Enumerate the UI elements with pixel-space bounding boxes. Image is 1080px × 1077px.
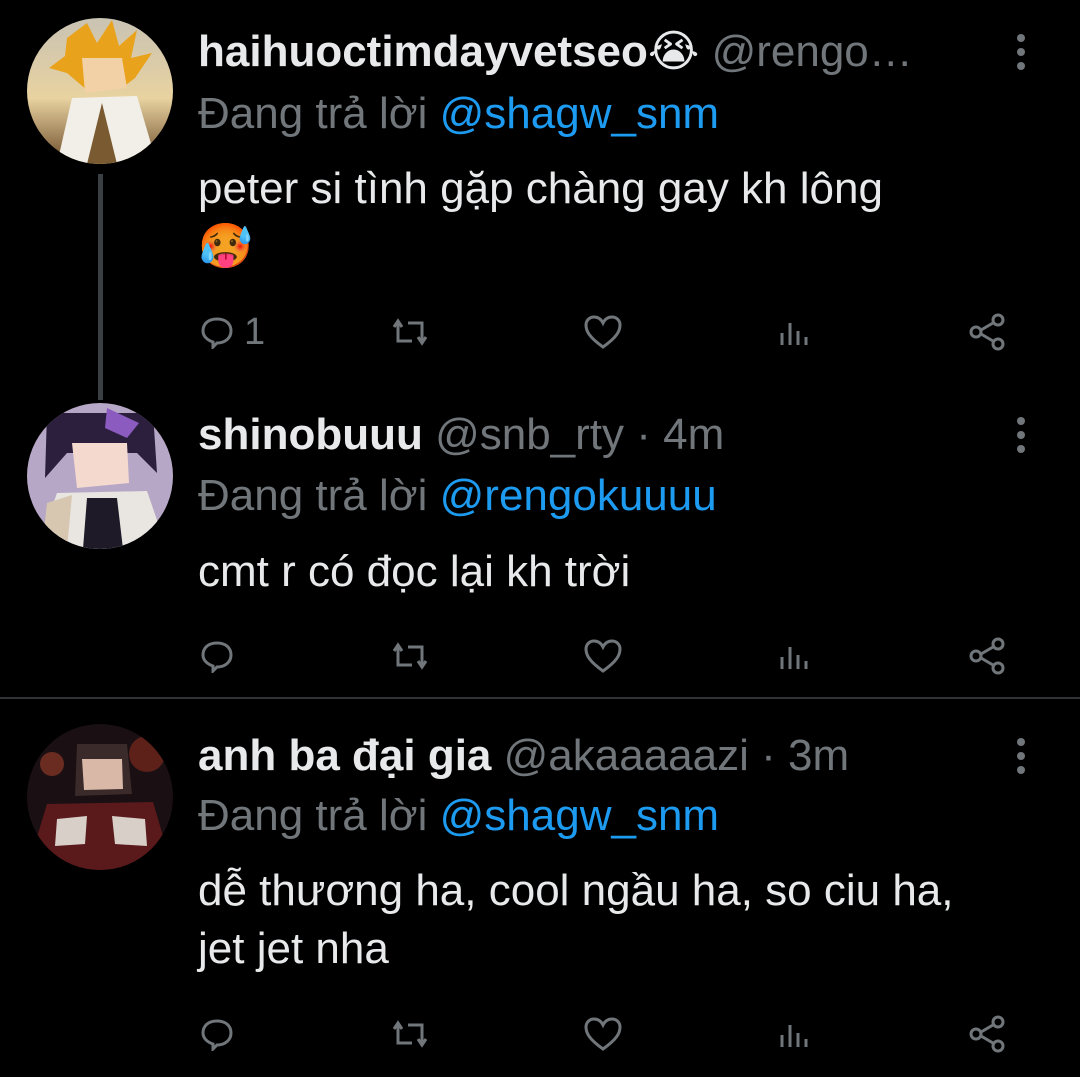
tweet-text: peter si tình gặp chàng gay kh lông 🥵 bbox=[198, 160, 1028, 276]
replying-to: Đang trả lời @rengokuuuu bbox=[198, 470, 717, 522]
retweet-icon bbox=[392, 642, 428, 670]
reply-button[interactable] bbox=[200, 1010, 244, 1058]
tweet-text-content: peter si tình gặp chàng gay kh lông bbox=[198, 164, 883, 213]
tweet-header: anh ba đại gia @akaaaaazi · 3m bbox=[198, 730, 849, 782]
avatar-image bbox=[27, 724, 173, 870]
views-icon bbox=[780, 647, 808, 669]
tweet-divider bbox=[0, 697, 1080, 699]
retweet-button[interactable] bbox=[388, 632, 432, 680]
share-icon bbox=[969, 1015, 1005, 1053]
more-options-icon[interactable] bbox=[1003, 26, 1039, 78]
emoji: 😭 bbox=[647, 27, 700, 76]
reply-to-mention[interactable]: @rengokuuuu bbox=[440, 471, 717, 520]
handle[interactable]: @akaaaaazi bbox=[504, 731, 749, 780]
replying-label: Đang trả lời bbox=[198, 471, 428, 520]
reply-button[interactable]: 1 bbox=[200, 308, 265, 356]
tweet-header: haihuoctimdayvetseo😭 @rengo… bbox=[198, 26, 913, 78]
tweet-text-content: dễ thương ha, cool ngầu ha, so ciu ha, j… bbox=[198, 866, 954, 973]
retweet-icon bbox=[392, 318, 428, 346]
tweet-text: cmt r có đọc lại kh trời bbox=[198, 543, 1028, 601]
like-button[interactable] bbox=[583, 308, 623, 356]
retweet-button[interactable] bbox=[388, 308, 432, 356]
like-icon bbox=[584, 1017, 622, 1051]
like-button[interactable] bbox=[583, 1010, 623, 1058]
display-name[interactable]: shinobuuu bbox=[198, 410, 423, 459]
tweet-actions: 1 bbox=[198, 308, 1028, 356]
reply-to-mention[interactable]: @shagw_snm bbox=[440, 791, 719, 840]
replying-label: Đang trả lời bbox=[198, 791, 428, 840]
tweet-header: shinobuuu @snb_rty · 4m bbox=[198, 409, 724, 461]
like-button[interactable] bbox=[583, 632, 623, 680]
views-icon bbox=[780, 1025, 808, 1047]
views-button[interactable] bbox=[778, 1010, 814, 1058]
tweet-3[interactable]: anh ba đại gia @akaaaaazi · 3m Đang trả … bbox=[0, 700, 1080, 1077]
avatar[interactable] bbox=[27, 403, 173, 549]
share-icon bbox=[969, 313, 1005, 351]
reply-icon bbox=[201, 641, 233, 673]
avatar-image bbox=[27, 403, 173, 549]
more-options-icon[interactable] bbox=[1003, 409, 1039, 461]
display-name[interactable]: anh ba đại gia bbox=[198, 731, 491, 780]
reply-button[interactable] bbox=[200, 632, 244, 680]
tweet-text: dễ thương ha, cool ngầu ha, so ciu ha, j… bbox=[198, 862, 998, 978]
tweet-actions bbox=[198, 1010, 1028, 1058]
avatar[interactable] bbox=[27, 18, 173, 164]
avatar[interactable] bbox=[27, 724, 173, 870]
retweet-button[interactable] bbox=[388, 1010, 432, 1058]
retweet-icon bbox=[392, 1020, 428, 1048]
tweet-text-content: cmt r có đọc lại kh trời bbox=[198, 547, 631, 596]
replying-to: Đang trả lời @shagw_snm bbox=[198, 790, 719, 842]
tweet-1[interactable]: haihuoctimdayvetseo😭 @rengo… Đang trả lờ… bbox=[0, 0, 1080, 380]
more-options-icon[interactable] bbox=[1003, 730, 1039, 782]
like-icon bbox=[584, 315, 622, 349]
tweet-actions bbox=[198, 632, 1028, 680]
share-button[interactable] bbox=[968, 632, 1008, 680]
views-button[interactable] bbox=[778, 632, 814, 680]
handle[interactable]: @rengo… bbox=[712, 27, 913, 76]
timestamp[interactable]: · 4m bbox=[636, 410, 724, 459]
timestamp[interactable]: · 3m bbox=[761, 731, 849, 780]
replying-to: Đang trả lời @shagw_snm bbox=[198, 88, 719, 140]
handle[interactable]: @snb_rty bbox=[435, 410, 624, 459]
share-button[interactable] bbox=[968, 308, 1008, 356]
share-icon bbox=[969, 637, 1005, 675]
share-button[interactable] bbox=[968, 1010, 1008, 1058]
tweet-2[interactable]: shinobuuu @snb_rty · 4m Đang trả lời @re… bbox=[0, 380, 1080, 698]
reply-icon bbox=[201, 317, 233, 349]
reply-icon bbox=[201, 1019, 233, 1051]
replying-label: Đang trả lời bbox=[198, 89, 428, 138]
avatar-image bbox=[27, 18, 173, 164]
reply-to-mention[interactable]: @shagw_snm bbox=[440, 89, 719, 138]
like-icon bbox=[584, 639, 622, 673]
display-name[interactable]: haihuoctimdayvetseo bbox=[198, 27, 648, 76]
reply-count: 1 bbox=[244, 310, 266, 353]
emoji: 🥵 bbox=[198, 222, 253, 271]
views-icon bbox=[780, 323, 808, 345]
views-button[interactable] bbox=[778, 308, 814, 356]
